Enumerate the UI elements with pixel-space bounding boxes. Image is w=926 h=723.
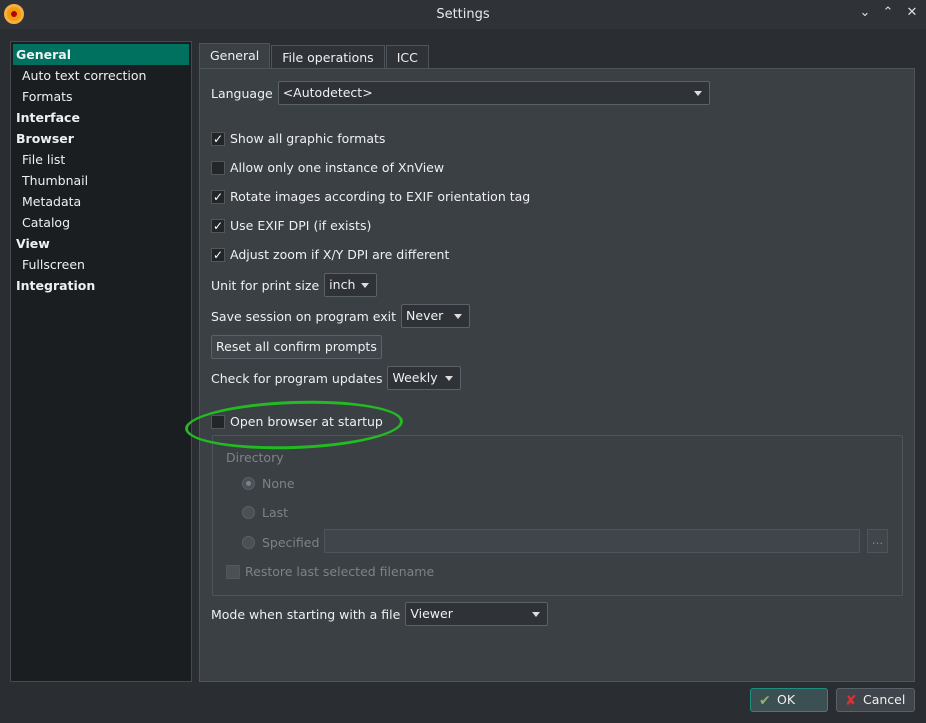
sidebar-item-catalog[interactable]: Catalog bbox=[11, 212, 191, 233]
option-label: Use EXIF DPI (if exists) bbox=[230, 218, 372, 233]
window-title: Settings bbox=[436, 7, 490, 22]
checkmark-icon[interactable]: ✓ bbox=[211, 131, 225, 146]
language-select[interactable]: <Autodetect> bbox=[277, 81, 710, 105]
radio-specified-label: Specified bbox=[262, 535, 320, 550]
option-checkbox[interactable]: Allow only one instance of XnView bbox=[211, 160, 444, 175]
open-browser-label: Open browser at startup bbox=[230, 414, 383, 429]
ok-icon: ✔ bbox=[759, 693, 771, 709]
restore-filename-label: Restore last selected filename bbox=[245, 564, 435, 579]
cancel-button[interactable]: ✘ Cancel bbox=[836, 688, 915, 712]
option-checkbox[interactable]: ✓ Use EXIF DPI (if exists) bbox=[211, 218, 371, 233]
sidebar-item-browser[interactable]: Browser bbox=[11, 128, 191, 149]
checkmark-icon[interactable]: ✓ bbox=[211, 218, 225, 233]
option-checkbox[interactable]: ✓ Rotate images according to EXIF orienta… bbox=[211, 189, 530, 204]
tab-general[interactable]: General bbox=[199, 43, 271, 69]
cancel-x-icon: ✘ bbox=[845, 693, 857, 709]
language-label: Language bbox=[211, 85, 273, 101]
sidebar-item-auto-text-correction[interactable]: Auto text correction bbox=[11, 65, 191, 86]
settings-sidebar: General Auto text correction Formats Interf… bbox=[10, 41, 192, 682]
ok-label: OK bbox=[777, 692, 796, 707]
sidebar-item-fullscreen[interactable]: Fullscreen bbox=[11, 254, 191, 275]
sidebar-item-thumbnail[interactable]: Thumbnail bbox=[11, 170, 191, 191]
radio-last-label: Last bbox=[262, 505, 289, 520]
radio-last[interactable]: Last bbox=[242, 505, 288, 520]
session-select[interactable]: Never bbox=[401, 304, 471, 328]
option-label: Show all graphic formats bbox=[230, 131, 386, 146]
open-browser-checkbox[interactable]: Open browser at startup bbox=[211, 414, 383, 429]
option-checkbox[interactable]: ✓ Adjust zoom if X/Y DPI are different bbox=[211, 247, 449, 262]
browse-button[interactable]: ... bbox=[867, 529, 888, 553]
sidebar-item-general[interactable]: General bbox=[13, 44, 189, 65]
sidebar-item-file-list[interactable]: File list bbox=[11, 149, 191, 170]
radio-none[interactable]: None bbox=[242, 476, 295, 491]
option-checkbox[interactable]: ✓ Show all graphic formats bbox=[211, 131, 385, 146]
option-label: Rotate images according to EXIF orientat… bbox=[230, 189, 531, 204]
general-panel: Language <Autodetect> ✓ Show all graphic … bbox=[199, 68, 915, 682]
tab-icc[interactable]: ICC bbox=[385, 45, 429, 70]
checkbox-box[interactable] bbox=[211, 160, 225, 175]
updates-select[interactable]: Weekly bbox=[387, 366, 462, 390]
minimize-icon[interactable]: ⌄ bbox=[856, 5, 874, 23]
unit-select[interactable]: inch bbox=[324, 273, 378, 297]
mode-select[interactable]: Viewer bbox=[405, 602, 549, 626]
option-label: Adjust zoom if X/Y DPI are different bbox=[230, 247, 450, 262]
directory-label: Directory bbox=[226, 450, 284, 465]
sidebar-item-metadata[interactable]: Metadata bbox=[11, 191, 191, 212]
updates-label: Check for program updates bbox=[211, 370, 383, 386]
close-icon[interactable]: ✕ bbox=[903, 5, 921, 23]
sidebar-item-formats[interactable]: Formats bbox=[11, 86, 191, 107]
tab-bar: General File operations ICC bbox=[199, 43, 430, 70]
radio-icon bbox=[242, 477, 255, 490]
reset-prompts-button[interactable]: Reset all confirm prompts bbox=[211, 335, 382, 359]
checkbox-box[interactable] bbox=[211, 414, 225, 429]
title-bar: Settings ⌄ ⌃ ✕ bbox=[0, 0, 926, 29]
sidebar-item-interface[interactable]: Interface bbox=[11, 107, 191, 128]
radio-icon bbox=[242, 536, 255, 549]
specified-path-input[interactable] bbox=[324, 529, 860, 553]
directory-group: Directory None Last Specified ... Restor… bbox=[212, 435, 903, 596]
mode-label: Mode when starting with a file bbox=[211, 606, 401, 622]
sidebar-item-integration[interactable]: Integration bbox=[11, 275, 191, 296]
session-label: Save session on program exit bbox=[211, 308, 397, 324]
option-label: Allow only one instance of XnView bbox=[230, 160, 445, 175]
tab-file-operations[interactable]: File operations bbox=[271, 45, 385, 70]
unit-label: Unit for print size bbox=[211, 277, 320, 293]
restore-filename-checkbox[interactable]: Restore last selected filename bbox=[226, 564, 434, 579]
cancel-label: Cancel bbox=[863, 692, 906, 707]
radio-specified[interactable]: Specified bbox=[242, 535, 319, 550]
checkmark-icon[interactable]: ✓ bbox=[211, 247, 225, 262]
radio-icon bbox=[242, 506, 255, 519]
checkbox-box[interactable] bbox=[226, 564, 240, 579]
radio-none-label: None bbox=[262, 476, 295, 491]
maximize-icon[interactable]: ⌃ bbox=[879, 5, 897, 23]
sidebar-item-view[interactable]: View bbox=[11, 233, 191, 254]
checkmark-icon[interactable]: ✓ bbox=[211, 189, 225, 204]
ok-button[interactable]: ✔ OK bbox=[750, 688, 828, 712]
